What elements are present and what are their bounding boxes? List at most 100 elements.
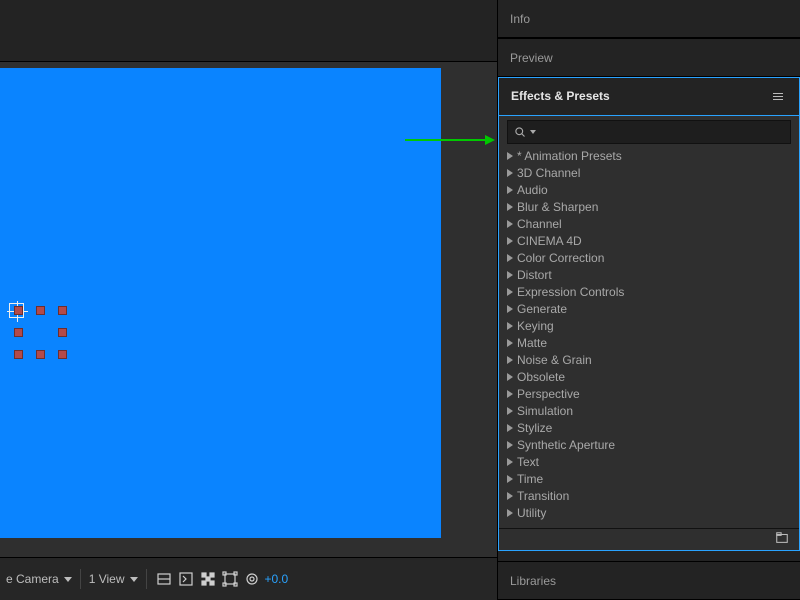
effects-category-item[interactable]: Time [507, 471, 791, 488]
selection-handle[interactable] [58, 328, 67, 337]
disclosure-triangle-icon[interactable] [507, 237, 513, 245]
selection-handle[interactable] [14, 328, 23, 337]
effects-category-label: Distort [517, 268, 552, 282]
selection-handle[interactable] [58, 306, 67, 315]
effects-category-label: Channel [517, 217, 562, 231]
disclosure-triangle-icon[interactable] [507, 509, 513, 517]
effects-category-item[interactable]: Distort [507, 267, 791, 284]
selection-handle[interactable] [14, 306, 23, 315]
effects-category-item[interactable]: 3D Channel [507, 165, 791, 182]
disclosure-triangle-icon[interactable] [507, 373, 513, 381]
effects-search-input[interactable] [540, 125, 784, 139]
region-of-interest-icon[interactable] [221, 570, 239, 588]
disclosure-triangle-icon[interactable] [507, 220, 513, 228]
selection-handle[interactable] [36, 306, 45, 315]
toggle-transparency-grid-icon[interactable] [199, 570, 217, 588]
disclosure-triangle-icon[interactable] [507, 152, 513, 160]
effects-category-label: Text [517, 455, 539, 469]
effects-category-label: 3D Channel [517, 166, 580, 180]
snapshot-icon[interactable] [243, 570, 261, 588]
fast-previews-icon[interactable] [177, 570, 195, 588]
effects-category-label: Keying [517, 319, 554, 333]
effects-category-label: Stylize [517, 421, 552, 435]
chevron-down-icon [130, 577, 138, 582]
disclosure-triangle-icon[interactable] [507, 254, 513, 262]
effects-category-item[interactable]: Text [507, 454, 791, 471]
panel-preview[interactable]: Preview [498, 38, 800, 77]
effects-category-label: Time [517, 472, 543, 486]
disclosure-triangle-icon[interactable] [507, 475, 513, 483]
effects-category-label: Matte [517, 336, 547, 350]
effects-category-label: * Animation Presets [517, 149, 622, 163]
effects-category-item[interactable]: * Animation Presets [507, 148, 791, 165]
disclosure-triangle-icon[interactable] [507, 322, 513, 330]
effects-category-item[interactable]: Channel [507, 216, 791, 233]
effects-category-item[interactable]: Perspective [507, 386, 791, 403]
effects-category-label: Audio [517, 183, 548, 197]
disclosure-triangle-icon[interactable] [507, 305, 513, 313]
disclosure-triangle-icon[interactable] [507, 407, 513, 415]
effects-category-item[interactable]: Blur & Sharpen [507, 199, 791, 216]
search-icon [514, 126, 526, 138]
chevron-down-icon [64, 577, 72, 582]
search-options-icon[interactable] [530, 130, 536, 134]
effects-category-label: Simulation [517, 404, 573, 418]
panel-effects-presets-title: Effects & Presets [511, 89, 610, 103]
viewer-area [0, 0, 497, 557]
viewer-top-strip [0, 0, 497, 62]
view-layout-dropdown[interactable]: 1 View [89, 572, 138, 586]
disclosure-triangle-icon[interactable] [507, 288, 513, 296]
annotation-arrow [405, 139, 485, 141]
effects-category-item[interactable]: Simulation [507, 403, 791, 420]
panel-info[interactable]: Info [498, 0, 800, 38]
effects-category-item[interactable]: Expression Controls [507, 284, 791, 301]
panel-libraries-title: Libraries [510, 574, 556, 588]
effects-category-label: Blur & Sharpen [517, 200, 598, 214]
effects-category-item[interactable]: CINEMA 4D [507, 233, 791, 250]
effects-category-item[interactable]: Color Correction [507, 250, 791, 267]
active-camera-dropdown[interactable]: e Camera [6, 572, 72, 586]
toggle-pixel-aspect-icon[interactable] [155, 570, 173, 588]
panel-effects-presets-body: * Animation Presets 3D Channel Audio Blur &… [498, 116, 800, 551]
disclosure-triangle-icon[interactable] [507, 203, 513, 211]
canvas-inner [0, 68, 441, 538]
selection-handle[interactable] [58, 350, 67, 359]
effects-category-item[interactable]: Audio [507, 182, 791, 199]
panel-effects-presets-header[interactable]: Effects & Presets [498, 77, 800, 116]
effects-category-list: * Animation Presets 3D Channel Audio Blur &… [499, 148, 799, 528]
new-bin-icon[interactable] [775, 531, 789, 548]
active-camera-label: e Camera [6, 572, 59, 586]
composition-canvas[interactable] [0, 68, 441, 538]
disclosure-triangle-icon[interactable] [507, 271, 513, 279]
disclosure-triangle-icon[interactable] [507, 458, 513, 466]
panel-libraries[interactable]: Libraries [498, 561, 800, 600]
selection-handle[interactable] [14, 350, 23, 359]
disclosure-triangle-icon[interactable] [507, 186, 513, 194]
disclosure-triangle-icon[interactable] [507, 424, 513, 432]
composition-pane: e Camera 1 View + [0, 0, 497, 600]
effects-category-item[interactable]: Generate [507, 301, 791, 318]
disclosure-triangle-icon[interactable] [507, 441, 513, 449]
effects-category-label: Utility [517, 506, 546, 520]
disclosure-triangle-icon[interactable] [507, 356, 513, 364]
effects-category-item[interactable]: Noise & Grain [507, 352, 791, 369]
panel-menu-icon[interactable] [769, 89, 787, 104]
effects-category-item[interactable]: Obsolete [507, 369, 791, 386]
effects-category-item[interactable]: Utility [507, 505, 791, 522]
disclosure-triangle-icon[interactable] [507, 390, 513, 398]
view-count-label: 1 View [89, 572, 125, 586]
annotation-arrow-head [485, 135, 495, 145]
effects-category-item[interactable]: Keying [507, 318, 791, 335]
exposure-value[interactable]: +0.0 [265, 572, 289, 586]
disclosure-triangle-icon[interactable] [507, 492, 513, 500]
effects-category-item[interactable]: Stylize [507, 420, 791, 437]
effects-category-item[interactable]: Synthetic Aperture [507, 437, 791, 454]
effects-category-label: Obsolete [517, 370, 565, 384]
disclosure-triangle-icon[interactable] [507, 339, 513, 347]
effects-search-row[interactable] [507, 120, 791, 144]
effects-category-label: Transition [517, 489, 569, 503]
disclosure-triangle-icon[interactable] [507, 169, 513, 177]
selection-handle[interactable] [36, 350, 45, 359]
effects-category-item[interactable]: Matte [507, 335, 791, 352]
effects-category-item[interactable]: Transition [507, 488, 791, 505]
